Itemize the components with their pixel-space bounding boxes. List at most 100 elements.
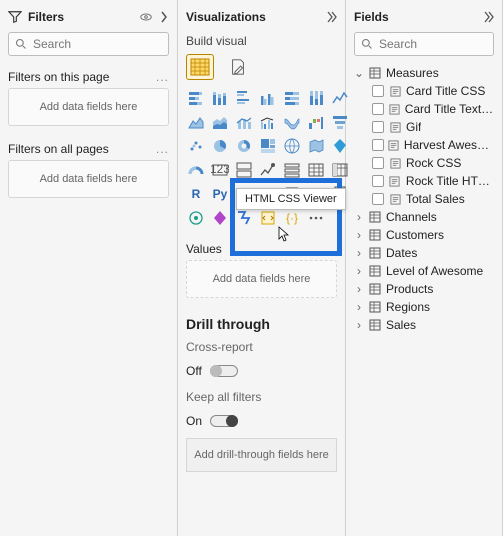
viz-gauge[interactable]	[186, 160, 206, 180]
eye-icon[interactable]	[139, 10, 153, 24]
viz-donut[interactable]	[234, 136, 254, 156]
measure-icon	[388, 194, 402, 205]
svg-text:123: 123	[211, 162, 229, 176]
field-label: Gif	[406, 120, 421, 134]
viz-r-script[interactable]: R	[186, 184, 206, 204]
viz-matrix[interactable]	[330, 160, 350, 180]
viz-100-column[interactable]	[306, 88, 326, 108]
drill-through-well[interactable]: Add drill-through fields here	[186, 438, 337, 472]
svg-text:R: R	[192, 187, 201, 201]
viz-waterfall[interactable]	[306, 112, 326, 132]
viz-arcgis[interactable]	[186, 208, 206, 228]
keep-filters-label: Keep all filters	[186, 388, 337, 410]
build-visual-tabs	[186, 54, 337, 88]
chevron-right-icon: ›	[354, 318, 364, 332]
fields-search-input[interactable]	[379, 37, 503, 51]
measure-icon	[388, 122, 402, 133]
viz-line[interactable]	[330, 88, 350, 108]
viz-line-stacked-column[interactable]	[234, 112, 254, 132]
filters-search[interactable]	[8, 32, 169, 56]
viz-slicer[interactable]	[282, 160, 302, 180]
values-well[interactable]: Add data fields here	[186, 260, 337, 298]
viz-empty	[330, 208, 350, 228]
field-item[interactable]: Harvest Awesome...	[372, 136, 494, 154]
filters-all-section: Filters on all pages...	[8, 136, 169, 160]
viz-stacked-area[interactable]	[210, 112, 230, 132]
viz-stacked-bar[interactable]	[186, 88, 206, 108]
checkbox[interactable]	[372, 175, 384, 187]
viz-multi-row-card[interactable]	[234, 160, 254, 180]
checkbox[interactable]	[372, 193, 384, 205]
viz-table[interactable]	[306, 160, 326, 180]
filters-page-section: Filters on this page...	[8, 64, 169, 88]
measure-icon	[388, 158, 402, 169]
table-measures[interactable]: ⌄ Measures	[354, 64, 494, 82]
viz-py-script[interactable]: Py	[210, 184, 230, 204]
viz-kpi[interactable]	[258, 160, 278, 180]
viz-pie[interactable]	[210, 136, 230, 156]
filters-search-input[interactable]	[33, 37, 188, 51]
viz-clustered-bar[interactable]	[234, 88, 254, 108]
viz-custom-json[interactable]: {·}	[282, 208, 302, 228]
chevron-right-icon[interactable]	[159, 11, 169, 23]
viz-azure-map[interactable]	[330, 136, 350, 156]
viz-stacked-column[interactable]	[210, 88, 230, 108]
search-icon	[361, 38, 373, 50]
viz-ribbon[interactable]	[282, 112, 302, 132]
table-item[interactable]: ›Products	[354, 280, 494, 298]
viz-power-automate[interactable]	[234, 208, 254, 228]
viz-power-apps[interactable]	[210, 208, 230, 228]
viz-funnel[interactable]	[330, 112, 350, 132]
viz-filled-map[interactable]	[306, 136, 326, 156]
viz-header: Visualizations	[186, 6, 337, 32]
field-item[interactable]: Total Sales	[372, 190, 494, 208]
expand-icon[interactable]	[325, 11, 337, 23]
measures-list: Card Title CSS Card Title Text H... Gif Har…	[354, 82, 494, 208]
viz-area[interactable]	[186, 112, 206, 132]
expand-icon[interactable]	[482, 11, 494, 23]
viz-100-bar[interactable]	[282, 88, 302, 108]
build-visual-button[interactable]	[186, 54, 214, 80]
table-item[interactable]: ›Regions	[354, 298, 494, 316]
checkbox[interactable]	[372, 139, 384, 151]
table-item[interactable]: ›Sales	[354, 316, 494, 334]
svg-text:{·}: {·}	[286, 211, 298, 225]
field-label: Card Title Text H...	[405, 102, 494, 116]
checkbox[interactable]	[372, 103, 384, 115]
measure-icon	[388, 86, 402, 97]
fields-search[interactable]	[354, 32, 494, 56]
chevron-right-icon: ›	[354, 246, 364, 260]
filters-title: Filters	[28, 10, 64, 24]
viz-line-clustered-column[interactable]	[258, 112, 278, 132]
fields-tree: ⌄ Measures Card Title CSS Card Title Text…	[354, 64, 494, 334]
viz-treemap[interactable]	[258, 136, 278, 156]
table-label: Level of Awesome	[386, 264, 483, 278]
viz-get-more[interactable]	[306, 208, 326, 228]
svg-text:Py: Py	[213, 187, 228, 201]
viz-scatter[interactable]	[186, 136, 206, 156]
viz-html-css-viewer[interactable]	[258, 208, 278, 228]
format-visual-button[interactable]	[224, 54, 252, 80]
cross-report-toggle[interactable]	[210, 365, 238, 377]
viz-clustered-column[interactable]	[258, 88, 278, 108]
viz-card[interactable]: 123	[210, 160, 230, 180]
checkbox[interactable]	[372, 157, 384, 169]
checkbox[interactable]	[372, 85, 384, 97]
field-item[interactable]: Card Title CSS	[372, 82, 494, 100]
keep-filters-toggle[interactable]	[210, 415, 238, 427]
checkbox[interactable]	[372, 121, 384, 133]
table-item[interactable]: ›Level of Awesome	[354, 262, 494, 280]
table-label: Measures	[386, 66, 439, 80]
filters-page-well[interactable]: Add data fields here	[8, 88, 169, 126]
table-item[interactable]: ›Dates	[354, 244, 494, 262]
table-item[interactable]: ›Customers	[354, 226, 494, 244]
filters-all-well[interactable]: Add data fields here	[8, 160, 169, 198]
field-item[interactable]: Gif	[372, 118, 494, 136]
field-item[interactable]: Rock Title HTML	[372, 172, 494, 190]
table-icon	[368, 211, 382, 223]
table-item[interactable]: ›Channels	[354, 208, 494, 226]
viz-map[interactable]	[282, 136, 302, 156]
field-item[interactable]: Rock CSS	[372, 154, 494, 172]
field-item[interactable]: Card Title Text H...	[372, 100, 494, 118]
table-icon	[368, 265, 382, 277]
